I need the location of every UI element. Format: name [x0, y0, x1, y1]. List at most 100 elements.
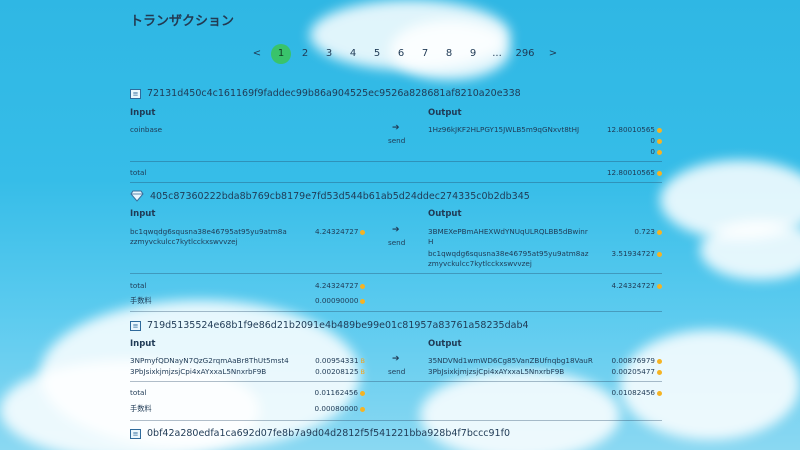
page-4-button[interactable]: 4 — [341, 44, 365, 64]
coin-icon — [360, 406, 365, 412]
output-heading: Output — [428, 339, 462, 349]
fee-amount: 0.00090000 — [315, 296, 366, 305]
page-3-button[interactable]: 3 — [317, 44, 341, 64]
input-address: coinbase — [130, 125, 163, 134]
page-5-button[interactable]: 5 — [365, 44, 389, 64]
amount-value: 4.24324727 — [315, 227, 359, 236]
coin-icon — [360, 390, 365, 396]
amount-value: 12.80010565 — [606, 125, 655, 134]
amount-value: 0.00954331 — [315, 356, 359, 365]
output-amount: 3.51934727 — [612, 249, 662, 258]
send-label: send — [388, 367, 406, 376]
input-address[interactable]: 3PbJsixkjmjzsjCpi4xAYxxaL5NnxrbF9B — [130, 367, 266, 376]
amount-value: 4.24324727 — [611, 281, 655, 290]
output-address[interactable]: 3PbJsixkjmjzsjCpi4xAYxxaL5NnxrbF9B — [428, 367, 564, 376]
total-input: 4.24324727 — [315, 281, 366, 290]
input-amount: 0.00954331 B — [305, 356, 365, 365]
send-label: send — [388, 238, 406, 247]
transaction-hash[interactable]: 72131d450c4c161169f9faddec99b86a904525ec… — [147, 88, 521, 99]
amount-value: 4.24324727 — [315, 281, 359, 290]
output-amount: 0 — [650, 136, 662, 145]
fee-amount: 0.00080000 — [305, 404, 365, 413]
coin-icon — [657, 170, 662, 176]
divider — [130, 161, 662, 162]
output-heading: Output — [428, 108, 462, 118]
output-heading: Output — [428, 209, 462, 219]
input-heading: Input — [130, 108, 156, 118]
amount-value: 0.00205477 — [611, 367, 655, 376]
next-page-button[interactable]: > — [541, 44, 565, 64]
coin-icon — [360, 229, 366, 235]
coin-icon — [657, 283, 662, 289]
coin-icon — [360, 298, 366, 304]
input-address[interactable]: 3NPmyfQDNayN7QzG2rqmAaBr8ThUt5mst4 — [130, 356, 289, 365]
amount-value: 0.00876979 — [611, 356, 655, 365]
total-label: total — [130, 388, 147, 397]
transaction-header: ≡ 72131d450c4c161169f9faddec99b86a904525… — [130, 88, 662, 99]
total-output: 0.01082456 — [612, 388, 662, 397]
input-heading: Input — [130, 339, 156, 349]
page-296-button[interactable]: 296 — [509, 44, 541, 64]
coin-icon — [657, 229, 662, 235]
arrow-icon: ➔ — [392, 225, 400, 235]
total-label: total — [130, 281, 147, 290]
output-address[interactable]: 1Hz96kJKF2HLPGY15JWLB5m9qGNxvt8tHJ — [428, 125, 579, 134]
bitcoin-icon: B — [360, 357, 365, 365]
amount-value: 3.51934727 — [611, 249, 655, 258]
page-6-button[interactable]: 6 — [389, 44, 413, 64]
arrow-icon: ➔ — [392, 123, 400, 133]
transaction-hash[interactable]: 0bf42a280edfa1ca692d07fe8b7a9d04d2812f5f… — [147, 428, 510, 439]
diamond-icon — [130, 190, 144, 202]
output-address[interactable]: 35NDVNd1wmWD6Cg85VanZBUfnqbg18VauR — [428, 356, 593, 365]
output-amount: 0.00876979 — [612, 356, 662, 365]
total-input: 0.01162456 — [305, 388, 365, 397]
divider — [130, 420, 662, 421]
amount-value: 0.00208125 — [315, 367, 359, 376]
coin-icon — [657, 127, 662, 133]
input-amount: 0.00208125 B — [305, 367, 365, 376]
page-2-button[interactable]: 2 — [293, 44, 317, 64]
amount-value: 0.00080000 — [314, 404, 358, 413]
page-8-button[interactable]: 8 — [437, 44, 461, 64]
transaction-header: ≡ 719d5135524e68b1f9e86d21b2091e4b489be9… — [130, 320, 662, 331]
transaction-hash[interactable]: 719d5135524e68b1f9e86d21b2091e4b489be99e… — [147, 320, 529, 331]
coin-icon — [360, 283, 366, 289]
coin-icon — [657, 138, 662, 144]
total-output: 12.80010565 — [607, 168, 662, 177]
coin-icon — [657, 358, 662, 364]
transaction-4: ≡ 0bf42a280edfa1ca692d07fe8b7a9d04d2812f… — [130, 428, 662, 450]
send-label: send — [388, 136, 406, 145]
pagination-ellipsis: ... — [492, 48, 502, 59]
pagination: < 1 2 3 4 5 6 7 8 9 ... 296 > — [245, 44, 565, 64]
divider — [130, 182, 662, 183]
page-7-button[interactable]: 7 — [413, 44, 437, 64]
total-output: 4.24324727 — [612, 281, 662, 290]
divider — [130, 381, 662, 382]
page-1-button[interactable]: 1 — [271, 44, 291, 64]
page-9-button[interactable]: 9 — [461, 44, 485, 64]
input-heading: Input — [130, 209, 156, 219]
transaction-2: 405c87360222bda8b769cb8179e7fd53d544b61a… — [130, 190, 662, 312]
input-address[interactable]: bc1qwqdg6squsna38e46795at95yu9atm8azzmyv… — [130, 227, 290, 247]
prev-page-button[interactable]: < — [245, 44, 269, 64]
transaction-1: ≡ 72131d450c4c161169f9faddec99b86a904525… — [130, 88, 662, 183]
amount-value: 0.01082456 — [611, 388, 655, 397]
divider — [130, 311, 662, 312]
coin-icon — [657, 390, 662, 396]
output-amount: 0.00205477 — [612, 367, 662, 376]
input-amount: 4.24324727 — [315, 227, 366, 236]
page-title: トランザクション — [130, 14, 235, 29]
transaction-hash[interactable]: 405c87360222bda8b769cb8179e7fd53d544b61a… — [150, 191, 530, 202]
output-address[interactable]: bc1qwqdg6squsna38e46795at95yu9atm8azzmyv… — [428, 249, 590, 269]
coin-icon — [657, 369, 662, 375]
divider — [130, 273, 662, 274]
fee-label: 手数料 — [130, 404, 152, 413]
amount-value: 12.80010565 — [606, 168, 655, 177]
coin-icon — [657, 149, 662, 155]
output-address[interactable]: 3BMEXePBmAHEXWdYNUqULRQLBB5dBwinrH — [428, 227, 590, 247]
bitcoin-icon: B — [360, 368, 365, 376]
doc-icon: ≡ — [130, 320, 141, 331]
doc-icon: ≡ — [130, 88, 141, 99]
transaction-3: ≡ 719d5135524e68b1f9e86d21b2091e4b489be9… — [130, 320, 662, 422]
amount-value: 0.00090000 — [315, 296, 359, 305]
